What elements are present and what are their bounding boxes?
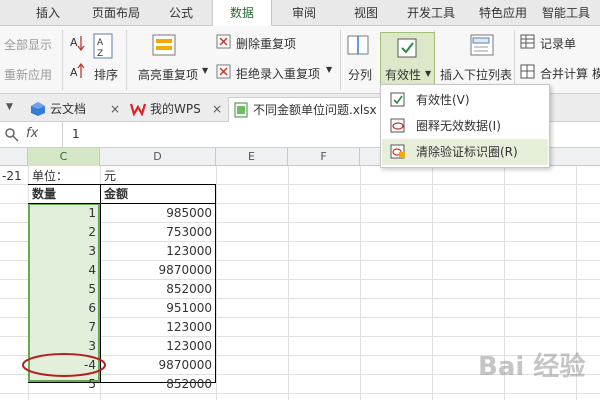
header-quantity[interactable]: 数量: [32, 184, 100, 204]
tab-page-layout[interactable]: 页面布局: [80, 0, 152, 26]
doc-tab-label: 不同金额单位问题.xlsx *: [253, 103, 387, 117]
sort-button[interactable]: 排序: [94, 66, 118, 83]
column-header-b[interactable]: [0, 148, 28, 166]
chevron-down-icon: ▼: [425, 69, 432, 78]
invalid-data-circle: [22, 353, 106, 377]
cell-quantity[interactable]: 6: [30, 298, 96, 318]
doc-tab-my-wps[interactable]: 我的WPS ×: [126, 97, 224, 122]
cell-amount[interactable]: 753000: [102, 222, 212, 242]
validity-dropdown-menu: 有效性(V) 圈释无效数据(I) 清除验证标识圈(R): [380, 84, 550, 168]
svg-text:A: A: [97, 38, 104, 48]
cell-quantity[interactable]: 7: [30, 317, 96, 337]
cell-amount[interactable]: 9870000: [102, 355, 212, 375]
merge-calc-button[interactable]: 合并计算: [540, 65, 588, 82]
fx-icon[interactable]: fx: [26, 126, 38, 141]
close-icon[interactable]: ×: [212, 97, 222, 121]
svg-text:A: A: [70, 66, 78, 79]
more-button[interactable]: 模: [592, 65, 600, 82]
sort-asc-desc-icon[interactable]: A A: [68, 32, 88, 88]
chevron-down-icon[interactable]: ▼: [202, 66, 208, 75]
menu-item-circle-invalid[interactable]: 圈释无效数据(I): [382, 113, 548, 139]
cell-b1[interactable]: -21: [2, 166, 28, 186]
sort-icon[interactable]: A Z: [92, 32, 118, 62]
split-column-icon[interactable]: [346, 32, 372, 60]
validity-button[interactable]: 有效性 ▼: [380, 32, 435, 85]
highlight-duplicates-icon[interactable]: [150, 32, 180, 60]
zoom-icon[interactable]: [4, 127, 20, 143]
cell-quantity[interactable]: 5: [30, 279, 96, 299]
cell-amount[interactable]: 9870000: [102, 260, 212, 280]
close-icon[interactable]: ×: [110, 97, 120, 121]
records-icon[interactable]: [520, 34, 536, 50]
cell-quantity[interactable]: 3: [30, 241, 96, 261]
cell-amount[interactable]: 123000: [102, 241, 212, 261]
header-amount[interactable]: 金额: [104, 184, 214, 204]
doc-tab-label: 云文档: [50, 102, 87, 116]
reject-duplicates-button[interactable]: 拒绝录入重复项: [236, 65, 320, 82]
cell-quantity[interactable]: 1: [30, 203, 96, 223]
delete-duplicates-icon[interactable]: [216, 34, 232, 50]
tab-review[interactable]: 审阅: [278, 0, 330, 26]
doc-tab-label: 我的WPS: [150, 102, 201, 116]
validity-icon: [397, 38, 417, 58]
column-header-f[interactable]: F: [288, 148, 360, 166]
highlight-duplicates-button[interactable]: 高亮重复项: [138, 66, 198, 83]
cell-c1[interactable]: 单位：: [32, 166, 100, 186]
spreadsheet-file-icon: [234, 102, 248, 118]
chevron-down-icon[interactable]: ▼: [326, 65, 332, 74]
doc-tab-cloud[interactable]: 云文档 ×: [26, 97, 122, 122]
cell-d1[interactable]: 元: [104, 166, 214, 186]
tab-smart-toolbox[interactable]: 智能工具箱: [542, 0, 600, 26]
cell-quantity[interactable]: 4: [30, 260, 96, 280]
clear-circles-icon: [390, 144, 405, 159]
menu-item-label: 有效性(V): [416, 93, 470, 107]
caret-down-icon[interactable]: ▼: [6, 102, 13, 112]
svg-text:A: A: [70, 36, 78, 49]
cloud-cube-icon: [31, 102, 45, 116]
records-button[interactable]: 记录单: [540, 35, 576, 52]
cell-amount[interactable]: 951000: [102, 298, 212, 318]
cell-amount[interactable]: 852000: [102, 279, 212, 299]
tab-data[interactable]: 数据: [212, 0, 272, 27]
tab-insert[interactable]: 插入: [20, 0, 76, 26]
menu-item-validity[interactable]: 有效性(V): [382, 87, 548, 113]
reapply-button[interactable]: 重新应用: [4, 66, 52, 83]
cell-amount[interactable]: 852000: [102, 374, 212, 394]
reject-duplicates-icon[interactable]: [216, 64, 232, 80]
watermark: Bai 经验: [478, 352, 586, 382]
column-header-c[interactable]: C: [28, 148, 100, 166]
column-header-d[interactable]: D: [100, 148, 216, 166]
insert-dropdown-list-button[interactable]: 插入下拉列表: [440, 66, 512, 83]
tab-developer[interactable]: 开发工具: [398, 0, 464, 26]
wps-logo-icon: [130, 103, 146, 116]
delete-duplicates-button[interactable]: 删除重复项: [236, 35, 296, 52]
tab-formulas[interactable]: 公式: [156, 0, 206, 26]
tab-view[interactable]: 视图: [340, 0, 392, 26]
validity-label: 有效性: [385, 68, 422, 82]
column-header-e[interactable]: E: [216, 148, 288, 166]
cell-amount[interactable]: 123000: [102, 317, 212, 337]
menu-item-label: 圈释无效数据(I): [416, 119, 501, 133]
menu-item-label: 清除验证标识圈(R): [416, 145, 518, 159]
merge-calc-icon[interactable]: [520, 64, 536, 80]
cell-amount[interactable]: 123000: [102, 336, 212, 356]
menu-item-clear-circles[interactable]: 清除验证标识圈(R): [382, 139, 548, 165]
insert-dropdown-list-icon[interactable]: [468, 32, 498, 60]
doc-tab-active-file[interactable]: 不同金额单位问题.xlsx *: [228, 97, 387, 122]
sheet-grid[interactable]: -21 单位： 元 数量 金额 1 985000 2 753000 3 1230…: [0, 166, 600, 400]
menu-bar: 插入 页面布局 公式 数据 审阅 视图 开发工具 特色应用 智能工具箱: [0, 0, 600, 27]
split-column-button[interactable]: 分列: [348, 66, 372, 83]
formula-input[interactable]: 1: [72, 127, 80, 141]
validity-icon: [390, 92, 405, 107]
cell-amount[interactable]: 985000: [102, 203, 212, 223]
show-all-button[interactable]: 全部显示: [4, 36, 52, 53]
cell-quantity[interactable]: 2: [30, 222, 96, 242]
tab-special[interactable]: 特色应用: [470, 0, 536, 26]
circle-invalid-icon: [390, 118, 405, 133]
svg-text:Z: Z: [97, 49, 103, 59]
